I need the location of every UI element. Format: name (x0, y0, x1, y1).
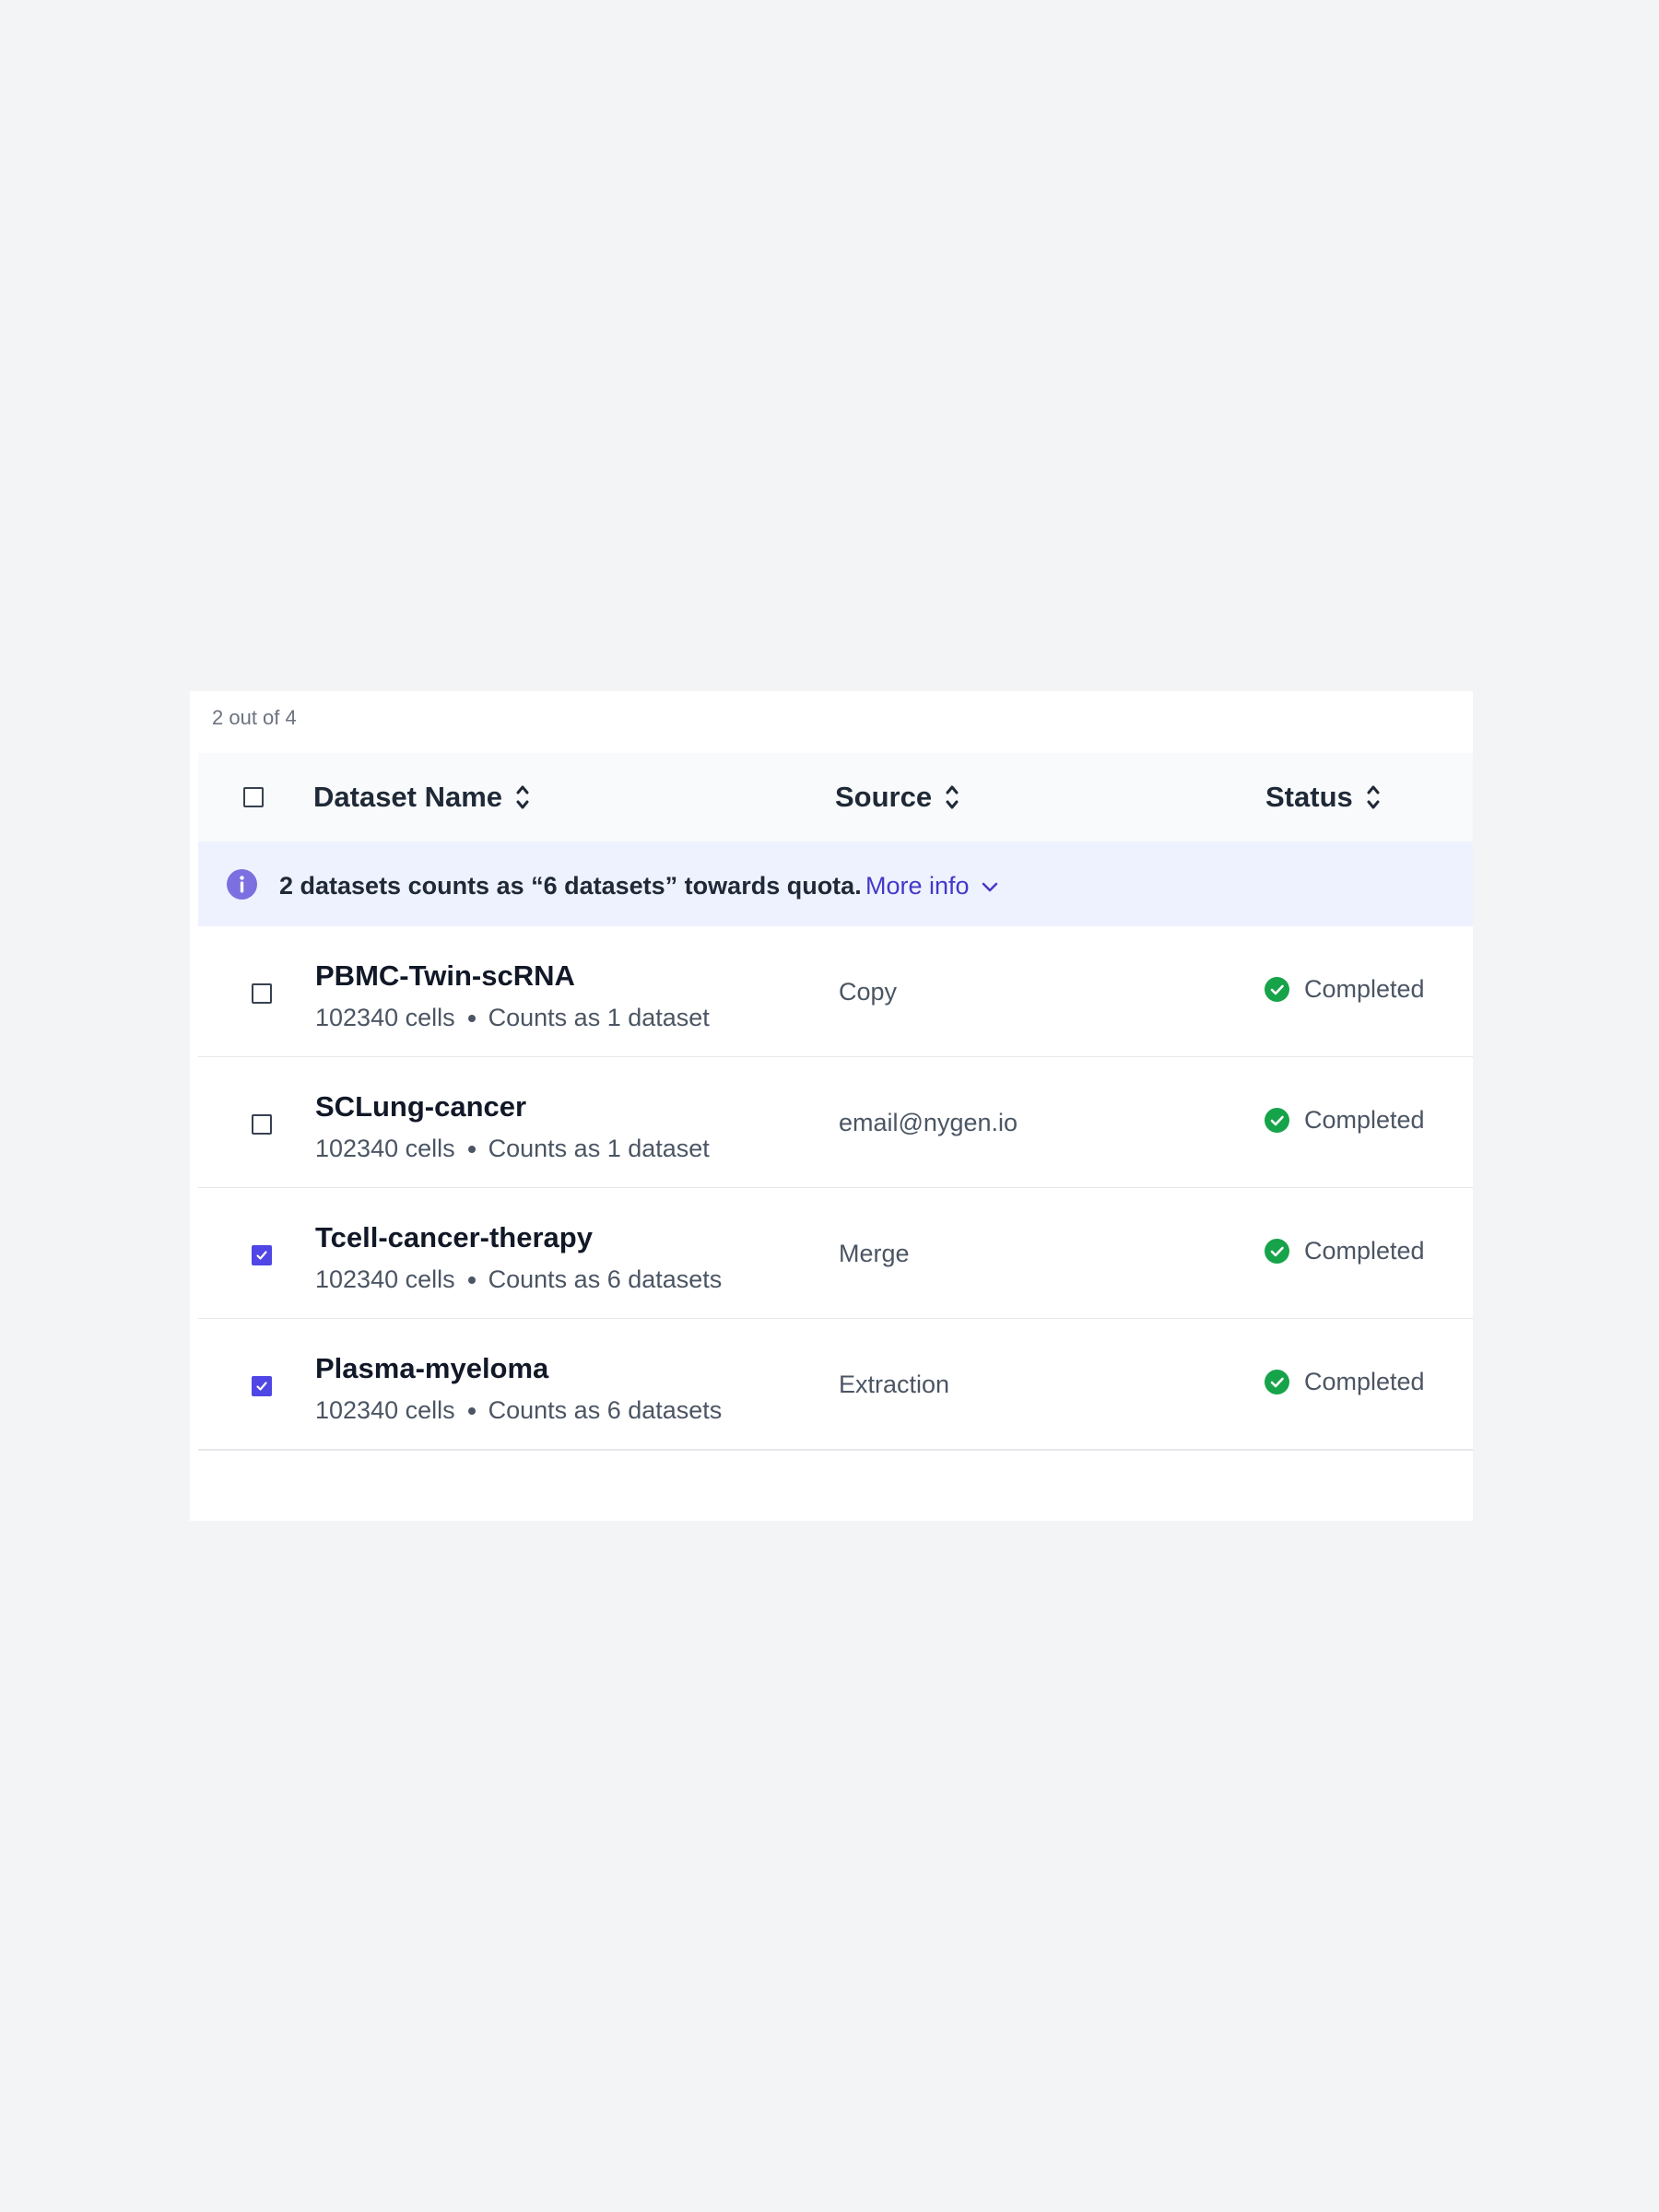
dataset-quota-count: Counts as 6 datasets (488, 1396, 723, 1424)
column-header-status[interactable]: Status (1265, 781, 1381, 814)
dataset-source: Copy (839, 978, 898, 1006)
table-row[interactable]: SCLung-cancer 102340 cells Counts as 1 d… (198, 1057, 1473, 1189)
row-checkbox[interactable] (252, 1114, 272, 1135)
column-header-dataset-name[interactable]: Dataset Name (313, 781, 530, 814)
check-circle-icon (1265, 1239, 1289, 1264)
quota-info-banner: 2 datasets counts as “6 datasets” toward… (198, 841, 1473, 926)
column-header-source[interactable]: Source (835, 781, 959, 814)
dataset-cell-count: 102340 cells (315, 1135, 455, 1162)
dataset-quota-count: Counts as 1 dataset (488, 1135, 710, 1162)
dataset-name: Tcell-cancer-therapy (315, 1221, 593, 1253)
status-label: Completed (1304, 1106, 1425, 1134)
dataset-cell-count: 102340 cells (315, 1265, 455, 1293)
column-header-label: Status (1265, 781, 1353, 813)
dataset-meta: 102340 cells Counts as 6 datasets (315, 1265, 722, 1294)
separator-dot (467, 1276, 476, 1284)
row-checkbox[interactable] (252, 1245, 272, 1265)
table-header: Dataset Name Source Status (198, 753, 1473, 841)
more-info-label: More info (865, 872, 970, 900)
quota-info-text: 2 datasets counts as “6 datasets” toward… (279, 872, 862, 900)
info-icon (227, 869, 257, 900)
status-label: Completed (1304, 975, 1425, 1003)
checkmark-icon (256, 1251, 267, 1260)
dataset-cell-count: 102340 cells (315, 1004, 455, 1031)
separator-dot (467, 1406, 476, 1415)
sort-icon[interactable] (515, 782, 530, 813)
column-header-label: Source (835, 781, 933, 813)
dataset-meta: 102340 cells Counts as 1 dataset (315, 1004, 710, 1032)
dataset-name: Plasma-myeloma (315, 1352, 549, 1384)
row-checkbox[interactable] (252, 1376, 272, 1396)
dataset-source: Merge (839, 1240, 910, 1267)
check-circle-icon (1265, 1370, 1289, 1394)
row-checkbox[interactable] (252, 983, 272, 1004)
checkmark-icon (256, 1382, 267, 1391)
dataset-meta: 102340 cells Counts as 6 datasets (315, 1396, 722, 1425)
status-label: Completed (1304, 1368, 1425, 1395)
separator-dot (467, 1145, 476, 1153)
status-badge: Completed (1265, 1237, 1425, 1265)
check-circle-icon (1265, 977, 1289, 1002)
column-header-label: Dataset Name (313, 781, 503, 813)
sort-icon[interactable] (945, 782, 959, 813)
dataset-meta: 102340 cells Counts as 1 dataset (315, 1135, 710, 1163)
dataset-quota-count: Counts as 6 datasets (488, 1265, 723, 1293)
status-badge: Completed (1265, 1106, 1425, 1135)
selection-count: 2 out of 4 (212, 706, 297, 729)
table-row[interactable]: PBMC-Twin-scRNA 102340 cells Counts as 1… (198, 926, 1473, 1058)
chevron-down-icon (982, 882, 997, 891)
dataset-cell-count: 102340 cells (315, 1396, 455, 1424)
status-badge: Completed (1265, 975, 1425, 1004)
dataset-quota-count: Counts as 1 dataset (488, 1004, 710, 1031)
check-circle-icon (1265, 1108, 1289, 1133)
table-row[interactable]: Plasma-myeloma 102340 cells Counts as 6 … (198, 1319, 1473, 1451)
more-info-link[interactable]: More info (865, 872, 999, 900)
status-label: Completed (1304, 1237, 1425, 1265)
separator-dot (467, 1014, 476, 1022)
sort-icon[interactable] (1366, 782, 1381, 813)
dataset-name: SCLung-cancer (315, 1090, 527, 1123)
datasets-panel: 2 out of 4 Dataset Name Source Status 2 … (190, 691, 1473, 1521)
table-row[interactable]: Tcell-cancer-therapy 102340 cells Counts… (198, 1188, 1473, 1320)
status-badge: Completed (1265, 1368, 1425, 1396)
dataset-name: PBMC-Twin-scRNA (315, 959, 575, 992)
select-all-checkbox[interactable] (243, 787, 264, 807)
dataset-source: email@nygen.io (839, 1109, 1018, 1136)
dataset-source: Extraction (839, 1371, 950, 1398)
